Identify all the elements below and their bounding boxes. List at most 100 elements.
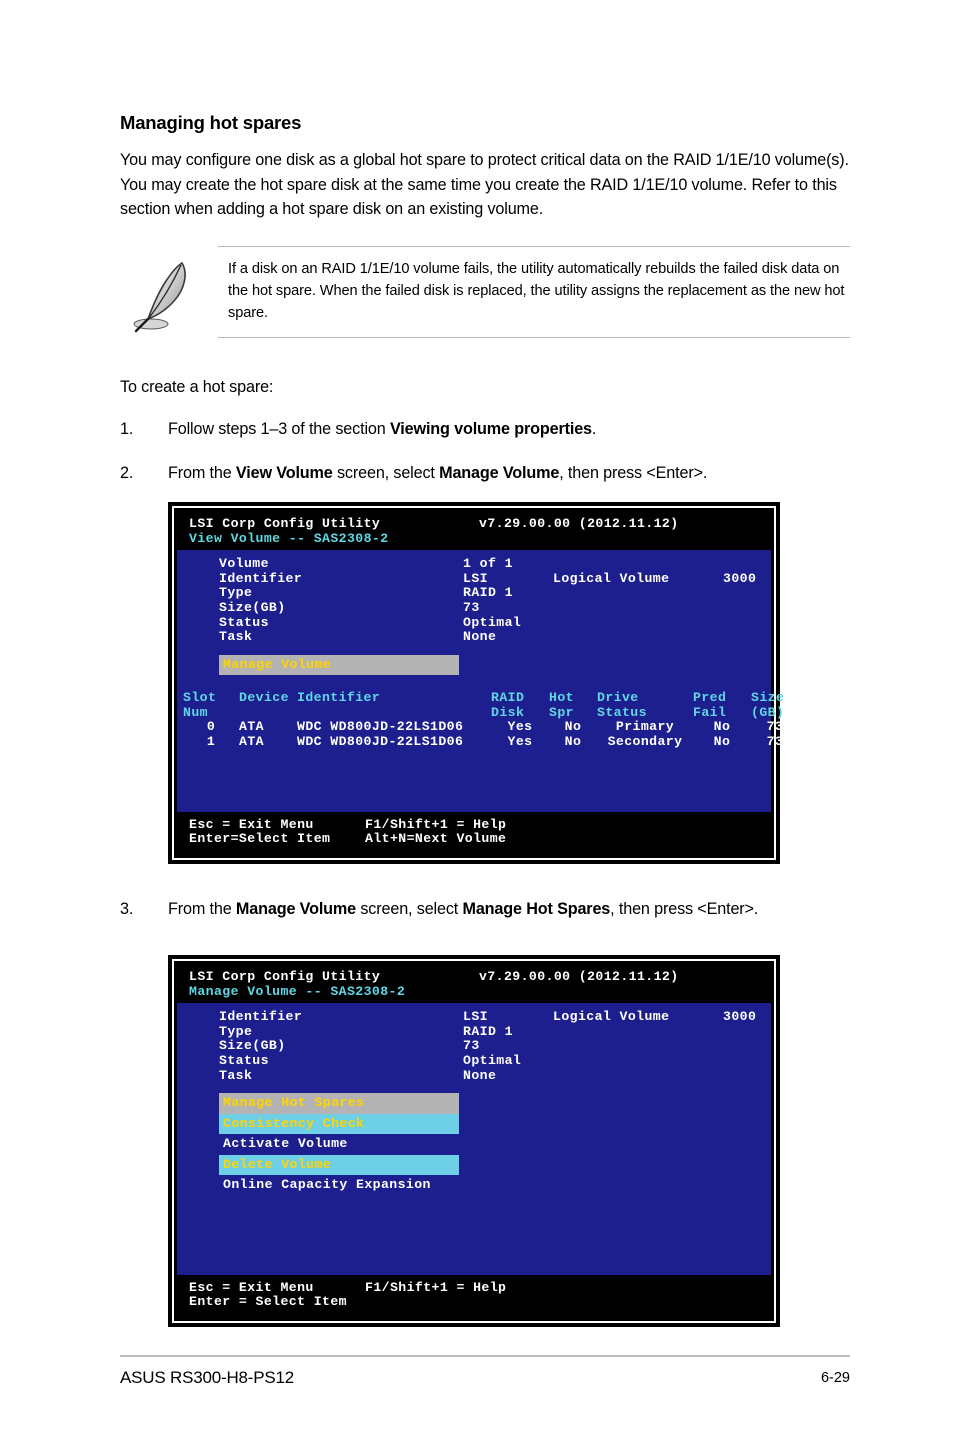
col-head-fail: Fail: [693, 704, 727, 720]
bios1-property-list: Volume 1 of 1 Identifier LSI Logical Vol…: [177, 557, 771, 645]
menu-item-consistency-check[interactable]: Consistency Check: [219, 1113, 459, 1135]
cell-slot: 0: [206, 719, 216, 735]
drive-table-header-row-1: Slot Device Identifier RAID Hot Drive Pr…: [183, 690, 784, 706]
menu-item-manage-hot-spares[interactable]: Manage Hot Spares: [219, 1093, 459, 1114]
page-footer-divider: [120, 1355, 850, 1357]
bios1-footer: Esc = Exit Menu F1/Shift+1 = Help Enter=…: [177, 811, 771, 855]
table-row[interactable]: 1 ATA WDC WD800JD-22LS1D06 Yes No Second…: [183, 734, 783, 750]
col-head-drive: Drive: [597, 690, 639, 706]
property-row: Volume 1 of 1: [219, 557, 771, 572]
property-label: Identifier: [219, 1009, 303, 1025]
footer-help-hint: F1/Shift+1 = Help: [365, 816, 507, 832]
cell-slot: 1: [206, 734, 216, 750]
property-row: Status Optimal: [219, 1052, 771, 1069]
footer-esc-hint: Esc = Exit Menu: [189, 1279, 314, 1295]
step-3-text: From the Manage Volume screen, select Ma…: [168, 900, 759, 918]
page-title: Managing hot spares: [120, 112, 302, 133]
step-3: 3. From the Manage Volume screen, select…: [120, 900, 850, 919]
note-callout: If a disk on an RAID 1/1E/10 volume fail…: [120, 246, 850, 344]
property-label: Type: [219, 1023, 253, 1039]
note-body: If a disk on an RAID 1/1E/10 volume fail…: [218, 246, 850, 338]
bios1-screen-name: View Volume -- SAS2308-2: [189, 530, 389, 546]
col-head-gb: (GB): [751, 704, 785, 720]
quill-pen-icon: [125, 258, 197, 334]
step-1-text: Follow steps 1–3 of the section Viewing …: [168, 420, 597, 438]
property-value-extra: [553, 557, 723, 572]
bios1-utility-name: LSI Corp Config Utility: [189, 516, 381, 531]
bios1-header: LSI Corp Config Utility v7.29.00.00 (201…: [177, 511, 771, 551]
property-value-extra2: 3000: [723, 570, 757, 586]
cell-raid-disk: Yes: [507, 734, 533, 750]
property-row: Type RAID 1: [219, 1023, 771, 1040]
col-head-raid: RAID: [491, 690, 525, 706]
property-value-extra: Logical Volume: [553, 1009, 670, 1025]
col-head-blank2: [297, 706, 491, 721]
intro-paragraph: You may configure one disk as a global h…: [120, 151, 849, 219]
col-head-status: Status: [597, 704, 647, 720]
footer-next-volume-hint: Alt+N=Next Volume: [365, 831, 507, 847]
menu-item-online-capacity-expansion[interactable]: Online Capacity Expansion: [219, 1175, 431, 1196]
property-value-extra: [553, 616, 723, 631]
property-value-extra2: 3000: [723, 1009, 757, 1025]
cell-device: ATA: [239, 719, 264, 735]
col-head-pred: Pred: [693, 690, 727, 706]
menu-item-manage-volume[interactable]: Manage Volume: [219, 654, 459, 676]
property-value: 73: [463, 599, 480, 615]
property-label: Task: [219, 1067, 253, 1083]
step-2: 2. From the View Volume screen, select M…: [120, 463, 850, 485]
cell-size: 73: [766, 719, 784, 735]
step-2-number: 2.: [120, 463, 134, 482]
step-1-number: 1.: [120, 420, 134, 438]
property-value: 1 of 1: [463, 556, 513, 572]
col-head-num: Num: [183, 704, 208, 720]
col-head-spr: Spr: [549, 704, 574, 720]
col-head-disk: Disk: [491, 704, 525, 720]
property-label: Size(GB): [219, 599, 286, 615]
drive-table-header-row-2: Num Disk Spr Status Fail (GB): [183, 704, 784, 721]
property-row: Size(GB) 73: [219, 599, 771, 616]
property-label: Task: [219, 629, 253, 645]
col-head-slot: Slot: [183, 690, 217, 706]
manual-page: Managing hot spares You may configure on…: [0, 0, 954, 1438]
property-label: Status: [219, 614, 269, 630]
footer-help-hint: F1/Shift+1 = Help: [365, 1279, 507, 1295]
bios2-version: v7.29.00.00 (2012.11.12): [479, 969, 679, 984]
procedure-steps: To create a hot spare: 1. Follow steps 1…: [120, 378, 850, 507]
property-value-extra: [553, 1025, 723, 1040]
property-value: LSI: [463, 1009, 488, 1025]
page-number: 6-29: [820, 1370, 850, 1386]
property-row: Type RAID 1: [219, 586, 771, 601]
property-value: LSI: [463, 570, 488, 586]
footer-enter-hint: Enter = Select Item: [189, 1294, 347, 1310]
col-head-blank1: [239, 706, 297, 721]
property-row: Task None: [219, 630, 771, 645]
property-value-extra: Logical Volume: [553, 570, 670, 586]
procedure-lead-in: To create a hot spare:: [120, 378, 274, 396]
property-label: Volume: [219, 556, 269, 572]
property-label: Status: [219, 1052, 269, 1068]
page-footer-product: ASUS RS300-H8-PS12: [120, 1368, 295, 1387]
note-bottom-divider: [218, 336, 850, 338]
menu-item-activate-volume[interactable]: Activate Volume: [219, 1134, 348, 1155]
property-value: Optimal: [463, 614, 522, 630]
article-content: Managing hot spares You may configure on…: [120, 112, 850, 222]
bios1-drive-table: Slot Device Identifier RAID Hot Drive Pr…: [177, 690, 784, 750]
menu-item-delete-volume[interactable]: Delete Volume: [219, 1154, 459, 1176]
table-row[interactable]: 0 ATA WDC WD800JD-22LS1D06 Yes No Primar…: [183, 719, 783, 735]
property-label: Identifier: [219, 570, 303, 586]
property-row: Size(GB) 73: [219, 1039, 771, 1054]
screenshot-manage-volume: LSI Corp Config Utility v7.29.00.00 (201…: [168, 955, 780, 1327]
cell-drive-status: Secondary: [607, 734, 683, 750]
step-1: 1. Follow steps 1–3 of the section Viewi…: [120, 419, 850, 441]
bios1-body: Volume 1 of 1 Identifier LSI Logical Vol…: [177, 550, 784, 812]
cell-raid-disk: Yes: [507, 719, 533, 735]
property-value: RAID 1: [463, 585, 513, 601]
property-value-extra: [553, 601, 723, 616]
cell-pred-fail: No: [713, 734, 731, 750]
bios2-footer: Esc = Exit Menu F1/Shift+1 = Help Enter …: [177, 1274, 771, 1318]
footer-esc-hint: Esc = Exit Menu: [189, 816, 314, 832]
bios1-version: v7.29.00.00 (2012.11.12): [479, 516, 679, 531]
cell-device: ATA: [239, 734, 264, 750]
property-label: Size(GB): [219, 1038, 286, 1054]
col-head-size: Size: [751, 690, 785, 706]
